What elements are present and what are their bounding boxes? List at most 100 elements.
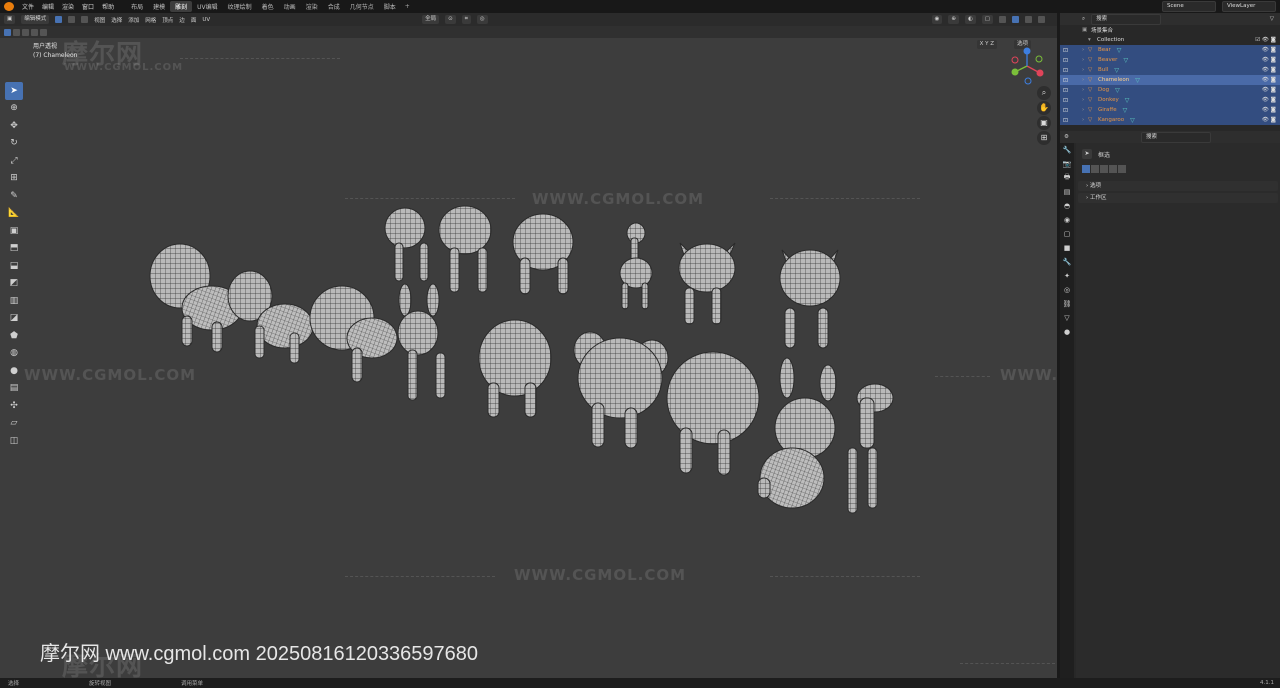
tab-texture-paint[interactable]: 纹理绘制 <box>223 1 257 12</box>
menu-help[interactable]: 帮助 <box>98 2 118 11</box>
edge-select-icon[interactable] <box>68 16 76 23</box>
edit-toggle-icon[interactable]: ⊡ <box>1063 87 1068 94</box>
shading-material-icon[interactable] <box>1025 16 1032 23</box>
tab-compositing[interactable]: 合成 <box>323 1 345 12</box>
edit-toggle-icon[interactable]: ⊡ <box>1063 107 1068 114</box>
mesh-fox[interactable] <box>678 242 736 325</box>
eye-icon[interactable]: 👁 ◙ <box>1262 67 1276 73</box>
snap-icon[interactable]: ⌗ <box>461 15 471 24</box>
view-layer-field[interactable]: ViewLayer <box>1222 1 1276 12</box>
data-tab-icon[interactable]: ▽ <box>1060 311 1074 325</box>
menu-edge[interactable]: 边 <box>179 16 185 24</box>
tab-animation[interactable]: 动画 <box>279 1 301 12</box>
transform-orientation-dropdown[interactable]: 全局 <box>422 15 440 24</box>
collection-row[interactable]: ▾ Collection ☑ 👁 ◙ <box>1060 35 1280 45</box>
material-tab-icon[interactable]: ● <box>1060 325 1074 339</box>
scene-field[interactable]: Scene <box>1162 1 1216 12</box>
scene-collection-row[interactable]: ▣ 场景集合 <box>1060 25 1280 35</box>
menu-view[interactable]: 视图 <box>94 16 105 24</box>
visibility-toggles[interactable]: ☑ 👁 ◙ <box>1255 37 1276 43</box>
eye-icon[interactable]: 👁 ◙ <box>1262 117 1276 123</box>
constraints-tab-icon[interactable]: ⛓ <box>1060 297 1074 311</box>
gizmo-icon[interactable]: ⊕ <box>948 15 959 24</box>
outliner-item-beaver[interactable]: ⊡ › ▽ Beaver ▽ 👁 ◙ <box>1060 55 1280 65</box>
scene-tab-icon[interactable]: ◓ <box>1060 199 1074 213</box>
xray-icon[interactable]: ▢ <box>981 15 993 24</box>
outliner-item-bear[interactable]: ⊡ › ▽ Bear ▽ 👁 ◙ <box>1060 45 1280 55</box>
eye-icon[interactable]: 👁 ◙ <box>1262 97 1276 103</box>
tab-geometry-nodes[interactable]: 几何节点 <box>345 1 379 12</box>
mesh-giraffe[interactable] <box>847 383 894 514</box>
render-tab-icon[interactable]: 📷 <box>1060 157 1074 171</box>
edit-toggle-icon[interactable]: ⊡ <box>1063 117 1068 124</box>
edit-toggle-icon[interactable]: ⊡ <box>1063 57 1068 64</box>
select-extend-icon[interactable] <box>13 28 20 36</box>
eye-icon[interactable]: 👁 ◙ <box>1262 107 1276 113</box>
chevron-down-icon[interactable]: ▾ <box>1088 37 1094 43</box>
eye-icon[interactable]: 👁 ◙ <box>1262 47 1276 53</box>
editor-type-icon[interactable]: ⚙ <box>1064 134 1069 140</box>
view-layer-tab-icon[interactable]: ▤ <box>1060 185 1074 199</box>
mode-dropdown[interactable]: 编辑模式 <box>21 15 50 24</box>
select-subtract-icon[interactable] <box>22 28 29 36</box>
overlay-icon[interactable]: ◐ <box>964 15 976 24</box>
tab-shading[interactable]: 着色 <box>257 1 279 12</box>
mesh-beaver[interactable] <box>438 205 492 293</box>
mesh-bull[interactable] <box>384 207 429 282</box>
mesh-kangaroo[interactable] <box>397 283 446 401</box>
tab-modeling[interactable]: 建模 <box>148 1 170 12</box>
outliner-item-donkey[interactable]: ⊡ › ▽ Donkey ▽ 👁 ◙ <box>1060 95 1280 105</box>
menu-mesh[interactable]: 网格 <box>145 16 156 24</box>
filter-icon[interactable]: ⌕ <box>1082 16 1085 23</box>
edit-toggle-icon[interactable]: ⊡ <box>1063 97 1068 104</box>
mesh-turtle[interactable] <box>309 285 398 383</box>
shading-wireframe-icon[interactable] <box>999 16 1006 23</box>
eye-icon[interactable]: 👁 ◙ <box>1262 77 1276 83</box>
menu-select[interactable]: 选择 <box>111 16 122 24</box>
menu-edit[interactable]: 编辑 <box>38 2 58 11</box>
mesh-bear-3[interactable] <box>478 319 552 418</box>
mesh-dog[interactable] <box>227 270 314 364</box>
tool-tab-icon[interactable]: 🔧 <box>1060 143 1074 157</box>
particles-tab-icon[interactable]: ✦ <box>1060 269 1074 283</box>
funnel-icon[interactable]: ▽ <box>1270 16 1274 22</box>
shading-rendered-icon[interactable] <box>1038 16 1045 23</box>
select-invert-icon[interactable] <box>31 28 38 36</box>
menu-render[interactable]: 渲染 <box>58 2 78 11</box>
mode-invert-icon[interactable] <box>1109 165 1117 173</box>
panel-options[interactable]: › 选项 <box>1078 181 1278 191</box>
outliner-item-bull[interactable]: ⊡ › ▽ Bull ▽ 👁 ◙ <box>1060 65 1280 75</box>
tab-uv-editing[interactable]: UV编辑 <box>192 1 223 12</box>
mesh-cat[interactable] <box>779 249 841 349</box>
properties-search[interactable]: 搜索 <box>1140 131 1211 143</box>
shading-solid-icon[interactable] <box>1012 16 1019 23</box>
menu-vertex[interactable]: 顶点 <box>162 16 173 24</box>
outliner-item-giraffe[interactable]: ⊡ › ▽ Giraffe ▽ 👁 ◙ <box>1060 105 1280 115</box>
vertex-select-icon[interactable] <box>55 16 63 23</box>
modifier-tab-icon[interactable]: 🔧 <box>1060 255 1074 269</box>
mode-set-icon[interactable] <box>1082 165 1090 173</box>
physics-tab-icon[interactable]: ◎ <box>1060 283 1074 297</box>
eye-icon[interactable]: 👁 ◙ <box>1262 87 1276 93</box>
proportional-icon[interactable]: ◎ <box>476 15 488 24</box>
edit-toggle-icon[interactable]: ⊡ <box>1063 67 1068 74</box>
mesh-bear-2[interactable] <box>512 213 574 295</box>
collection-tab-icon[interactable]: ▢ <box>1060 227 1074 241</box>
menu-window[interactable]: 窗口 <box>78 2 98 11</box>
blender-logo-icon[interactable] <box>4 2 14 11</box>
menu-face[interactable]: 面 <box>191 16 197 24</box>
tab-rendering[interactable]: 渲染 <box>301 1 323 12</box>
panel-workspace[interactable]: › 工作区 <box>1078 193 1278 203</box>
pivot-icon[interactable]: ⊙ <box>445 15 456 24</box>
visibility-icon[interactable]: ◉ <box>931 15 943 24</box>
menu-add[interactable]: 添加 <box>128 16 139 24</box>
editor-type-button[interactable]: ▣ <box>4 15 16 24</box>
mesh-elephant[interactable] <box>573 331 669 449</box>
tab-layout[interactable]: 布局 <box>126 1 148 12</box>
object-tab-icon[interactable]: ■ <box>1060 241 1074 255</box>
mode-subtract-icon[interactable] <box>1100 165 1108 173</box>
menu-file[interactable]: 文件 <box>18 2 38 11</box>
mesh-lion[interactable] <box>666 351 760 476</box>
mesh-ostrich[interactable] <box>619 222 653 310</box>
face-select-icon[interactable] <box>81 16 89 23</box>
